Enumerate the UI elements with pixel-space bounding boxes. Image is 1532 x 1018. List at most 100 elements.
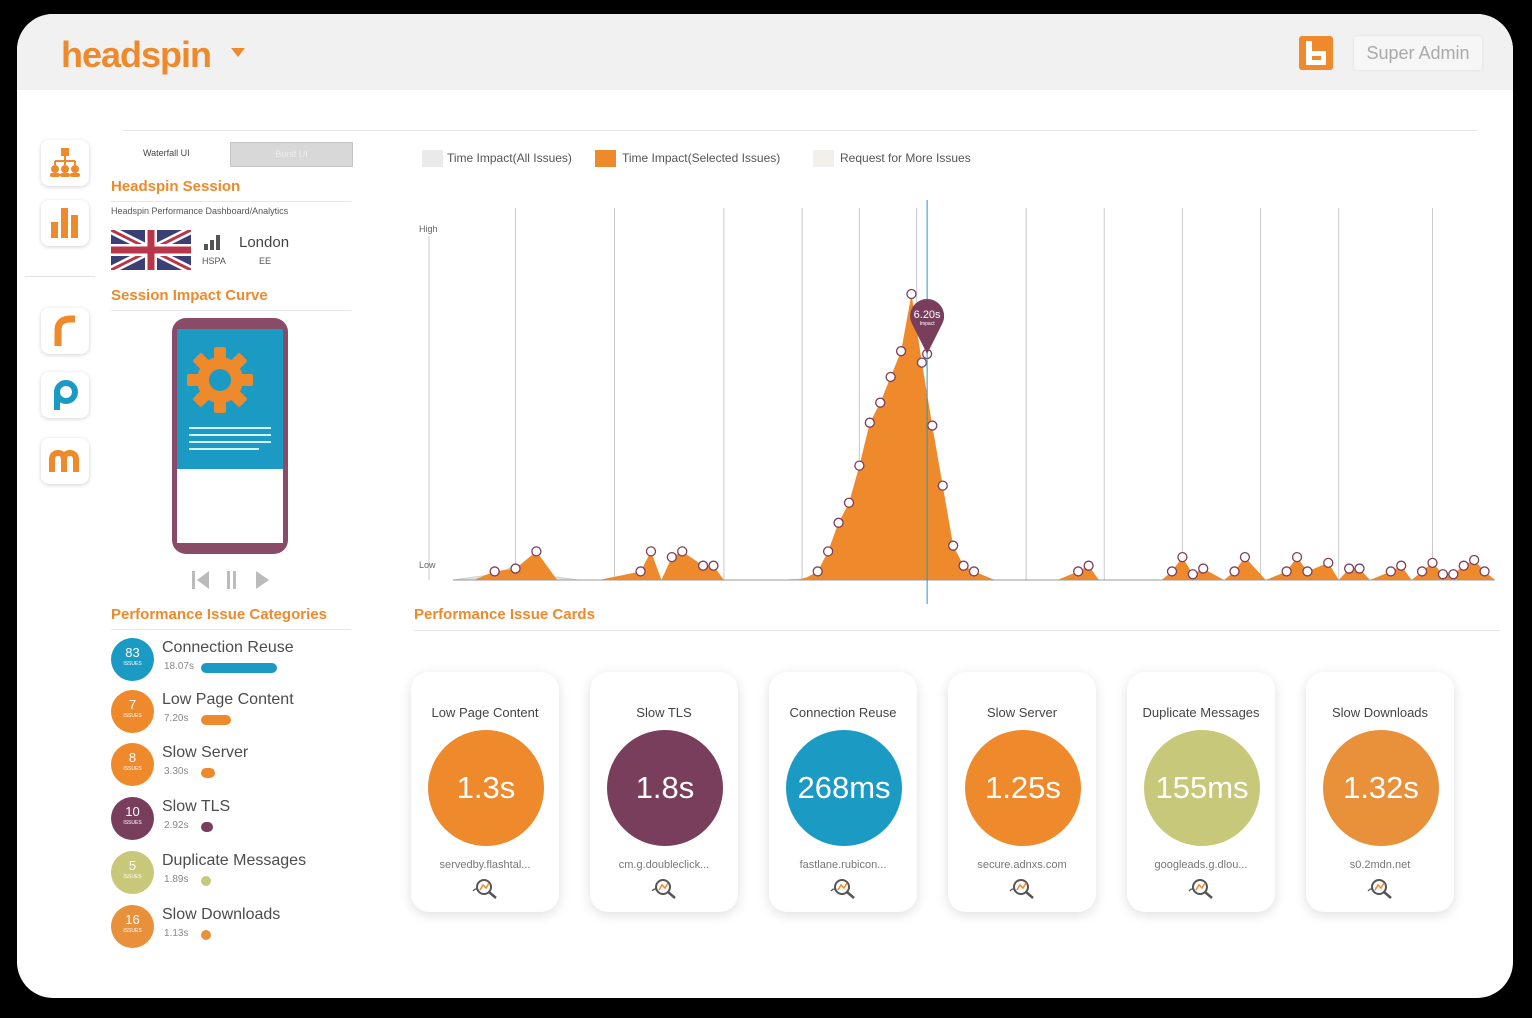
card-value-circle: 155ms bbox=[1144, 730, 1260, 846]
data-point[interactable] bbox=[948, 540, 959, 551]
r-app-icon[interactable] bbox=[41, 308, 89, 354]
data-point[interactable] bbox=[1083, 560, 1094, 571]
data-point[interactable] bbox=[1302, 566, 1313, 577]
category-item[interactable]: 8 ISSUES Slow Server 3.30s bbox=[111, 743, 361, 787]
category-item[interactable]: 5 ISSUES Duplicate Messages 1.89s bbox=[111, 851, 361, 895]
play-icon[interactable] bbox=[256, 571, 269, 589]
data-point[interactable] bbox=[1291, 551, 1303, 563]
signal-strength-icon bbox=[204, 235, 220, 250]
legend-selected[interactable]: Time Impact(Selected Issues) bbox=[622, 151, 780, 165]
inspect-icon[interactable] bbox=[1187, 877, 1217, 899]
data-point[interactable] bbox=[927, 420, 938, 431]
data-point[interactable] bbox=[937, 480, 948, 491]
issue-card[interactable]: Slow TLS 1.8s cm.g.doubleclick... bbox=[590, 672, 738, 912]
data-point[interactable] bbox=[1323, 557, 1334, 568]
impact-chart[interactable]: High Low 6.20s Impact bbox=[413, 194, 1501, 604]
data-point[interactable] bbox=[822, 546, 834, 557]
data-point[interactable] bbox=[1187, 569, 1198, 580]
headspin-app-icon[interactable] bbox=[1299, 36, 1333, 70]
data-point[interactable] bbox=[843, 497, 855, 508]
data-point[interactable] bbox=[1343, 563, 1355, 574]
legend-swatch-request[interactable] bbox=[813, 150, 834, 167]
data-point[interactable] bbox=[1416, 566, 1428, 577]
burst-ui-toggle[interactable]: Burst UI bbox=[230, 142, 353, 167]
data-point[interactable] bbox=[666, 551, 677, 563]
data-point[interactable] bbox=[1385, 566, 1396, 577]
data-point[interactable] bbox=[697, 560, 709, 571]
card-host: secure.adnxs.com bbox=[977, 859, 1067, 871]
data-point[interactable] bbox=[1177, 551, 1188, 563]
team-icon[interactable] bbox=[41, 140, 89, 186]
data-point[interactable] bbox=[1448, 569, 1459, 580]
legend-swatch-all[interactable] bbox=[422, 150, 443, 167]
inspect-icon[interactable] bbox=[1008, 877, 1038, 899]
data-point[interactable] bbox=[1427, 557, 1438, 568]
data-point[interactable] bbox=[489, 566, 500, 577]
data-point[interactable] bbox=[1479, 566, 1490, 577]
data-point[interactable] bbox=[1354, 563, 1365, 574]
category-name: Connection Reuse bbox=[162, 639, 294, 656]
legend-request[interactable]: Request for More Issues bbox=[840, 151, 971, 165]
data-point[interactable] bbox=[1073, 566, 1084, 577]
legend-all[interactable]: Time Impact(All Issues) bbox=[447, 151, 572, 165]
issue-card[interactable]: Connection Reuse 268ms fastlane.rubicon... bbox=[769, 672, 917, 912]
brand-logo[interactable]: headspin bbox=[61, 34, 212, 76]
issue-card[interactable]: Slow Server 1.25s secure.adnxs.com bbox=[948, 672, 1096, 912]
data-point[interactable] bbox=[635, 566, 646, 577]
issue-card[interactable]: Low Page Content 1.3s servedby.flashtal... bbox=[411, 672, 559, 912]
brand-dropdown-icon[interactable] bbox=[231, 48, 245, 57]
data-point[interactable] bbox=[885, 371, 896, 383]
category-item[interactable]: 7 ISSUES Low Page Content 7.20s bbox=[111, 690, 361, 734]
data-point[interactable] bbox=[854, 460, 865, 471]
data-point[interactable] bbox=[1239, 551, 1251, 563]
category-item[interactable]: 83 ISSUES Connection Reuse 18.07s bbox=[111, 638, 361, 682]
inspect-icon[interactable] bbox=[650, 877, 680, 899]
bar-chart-icon[interactable] bbox=[41, 200, 89, 246]
data-point[interactable] bbox=[812, 566, 823, 577]
data-point[interactable] bbox=[708, 560, 719, 571]
data-point[interactable] bbox=[916, 357, 928, 368]
legend-swatch-selected[interactable] bbox=[595, 150, 616, 167]
data-point[interactable] bbox=[833, 517, 844, 528]
waterfall-ui-toggle[interactable]: Waterfall UI bbox=[143, 148, 190, 158]
data-point[interactable] bbox=[1281, 566, 1292, 577]
inspect-icon[interactable] bbox=[829, 877, 859, 899]
card-title: Low Page Content bbox=[431, 705, 539, 720]
data-point[interactable] bbox=[906, 288, 917, 300]
category-item[interactable]: 10 ISSUES Slow TLS 2.92s bbox=[111, 797, 361, 841]
data-point[interactable] bbox=[531, 546, 542, 557]
data-point[interactable] bbox=[1469, 554, 1480, 566]
data-point[interactable] bbox=[1166, 566, 1178, 577]
pause-icon[interactable] bbox=[227, 571, 236, 589]
issue-count-badge: 8 ISSUES bbox=[111, 743, 154, 786]
inspect-icon[interactable] bbox=[1366, 877, 1396, 899]
data-point[interactable] bbox=[895, 346, 907, 357]
issue-card[interactable]: Slow Downloads 1.32s s0.2mdn.net bbox=[1306, 672, 1454, 912]
data-point[interactable] bbox=[958, 560, 969, 571]
m-app-icon[interactable] bbox=[41, 438, 89, 484]
data-point[interactable] bbox=[677, 546, 688, 557]
category-bar bbox=[201, 715, 231, 725]
category-name: Slow Downloads bbox=[162, 906, 281, 923]
data-point[interactable] bbox=[864, 417, 875, 428]
issue-card[interactable]: Duplicate Messages 155ms googleads.g.dlou.… bbox=[1127, 672, 1275, 912]
category-item[interactable]: 16 ISSUES Slow Downloads 1.13s bbox=[111, 905, 361, 949]
card-host: fastlane.rubicon... bbox=[799, 859, 887, 871]
data-point[interactable] bbox=[875, 397, 886, 408]
data-point[interactable] bbox=[968, 566, 980, 577]
user-menu-button[interactable]: Super Admin bbox=[1354, 36, 1482, 70]
data-point[interactable] bbox=[645, 546, 657, 557]
card-value-circle: 1.25s bbox=[965, 730, 1081, 846]
data-point[interactable] bbox=[1229, 566, 1240, 577]
category-time: 2.92s bbox=[164, 820, 189, 831]
data-point[interactable] bbox=[1396, 560, 1407, 571]
data-point[interactable] bbox=[1437, 569, 1449, 580]
skip-back-icon[interactable] bbox=[192, 571, 209, 589]
section-divider bbox=[111, 629, 351, 630]
inspect-icon[interactable] bbox=[471, 877, 501, 899]
app-window: headspin Super Admin Waterfall UI Burst … bbox=[17, 14, 1513, 998]
data-point[interactable] bbox=[510, 563, 521, 574]
data-point[interactable] bbox=[1198, 563, 1209, 574]
p-app-icon[interactable] bbox=[41, 372, 89, 418]
data-point[interactable] bbox=[1458, 560, 1469, 571]
